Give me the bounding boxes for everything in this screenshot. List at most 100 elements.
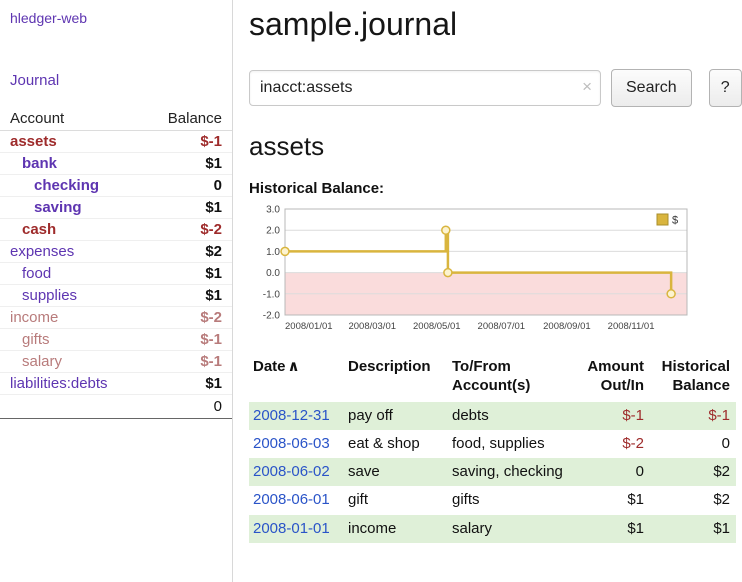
transaction-description: income xyxy=(344,515,448,543)
historical-balance-chart: 3.02.01.00.0-1.0-2.02008/01/012008/03/01… xyxy=(249,203,742,344)
transaction-amount: $-2 xyxy=(578,430,650,458)
transaction-description: eat & shop xyxy=(344,430,448,458)
svg-text:2008/09/01: 2008/09/01 xyxy=(543,321,591,332)
help-button[interactable]: ? xyxy=(709,69,742,107)
account-row-bank: bank $1 xyxy=(0,153,232,175)
transaction-description: gift xyxy=(344,486,448,514)
transaction-date-link[interactable]: 2008-12-31 xyxy=(253,407,330,424)
accounts-header-balance: Balance xyxy=(142,107,232,131)
register-row-1: 2008-12-31 pay off debts $-1 $-1 xyxy=(249,402,736,430)
account-row-gifts: gifts $-1 xyxy=(0,329,232,351)
account-row-assets: assets $-1 xyxy=(0,131,232,153)
amount-header: Amount Out/In xyxy=(578,354,650,402)
search-input[interactable] xyxy=(249,70,601,106)
account-row-saving: saving $1 xyxy=(0,197,232,219)
search-box: × xyxy=(249,70,601,106)
transaction-amount: 0 xyxy=(578,458,650,486)
account-balance-checking: 0 xyxy=(142,175,232,197)
transaction-accounts: debts xyxy=(448,402,578,430)
account-link-cash[interactable]: cash xyxy=(22,221,56,238)
register-table: Date∧ Description To/From Account(s) Amo… xyxy=(249,354,736,543)
svg-text:0.0: 0.0 xyxy=(266,268,280,279)
transaction-accounts: gifts xyxy=(448,486,578,514)
register-row-5: 2008-01-01 income salary $1 $1 xyxy=(249,515,736,543)
transaction-accounts: saving, checking xyxy=(448,458,578,486)
transaction-amount: $1 xyxy=(578,515,650,543)
transaction-balance: 0 xyxy=(650,430,736,458)
app-title-link[interactable]: hledger-web xyxy=(0,8,232,28)
register-row-2: 2008-06-03 eat & shop food, supplies $-2… xyxy=(249,430,736,458)
account-row-food: food $1 xyxy=(0,263,232,285)
svg-text:$: $ xyxy=(672,215,678,227)
balance-header: Historical Balance xyxy=(650,354,736,402)
account-heading: assets xyxy=(249,131,742,162)
svg-text:2008/11/01: 2008/11/01 xyxy=(608,321,655,332)
account-link-bank[interactable]: bank xyxy=(22,155,57,172)
account-link-checking[interactable]: checking xyxy=(34,177,99,194)
transaction-date-link[interactable]: 2008-06-01 xyxy=(253,491,330,508)
transaction-amount: $-1 xyxy=(578,402,650,430)
account-link-liabilities-debts[interactable]: liabilities:debts xyxy=(10,375,108,392)
transaction-date-link[interactable]: 2008-06-03 xyxy=(253,435,330,452)
account-balance-food: $1 xyxy=(142,263,232,285)
transaction-date-link[interactable]: 2008-06-02 xyxy=(253,463,330,480)
transaction-balance: $2 xyxy=(650,458,736,486)
search-button[interactable]: Search xyxy=(611,69,692,107)
account-link-income[interactable]: income xyxy=(10,309,58,326)
account-balance-salary: $-1 xyxy=(142,351,232,373)
account-balance-gifts: $-1 xyxy=(142,329,232,351)
chart-canvas: 3.02.01.00.0-1.0-2.02008/01/012008/03/01… xyxy=(249,203,695,339)
transaction-accounts: food, supplies xyxy=(448,430,578,458)
clear-search-icon[interactable]: × xyxy=(582,78,592,95)
svg-text:1.0: 1.0 xyxy=(266,247,280,258)
sort-by-date-header[interactable]: Date∧ xyxy=(249,354,344,402)
account-row-income: income $-2 xyxy=(0,307,232,329)
account-balance-saving: $1 xyxy=(142,197,232,219)
transaction-amount: $1 xyxy=(578,486,650,514)
main-content: sample.journal × Search ? assets Histori… xyxy=(233,0,742,582)
accounts-total-row: 0 xyxy=(0,395,232,419)
account-link-assets[interactable]: assets xyxy=(10,133,57,150)
transaction-balance: $-1 xyxy=(650,402,736,430)
account-balance-bank: $1 xyxy=(142,153,232,175)
description-header: Description xyxy=(344,354,448,402)
transaction-date-link[interactable]: 2008-01-01 xyxy=(253,520,330,537)
account-link-food[interactable]: food xyxy=(22,265,51,282)
svg-text:3.0: 3.0 xyxy=(266,205,280,216)
svg-text:2008/03/01: 2008/03/01 xyxy=(348,321,396,332)
accounts-header-account: Account xyxy=(0,107,142,131)
account-row-supplies: supplies $1 xyxy=(0,285,232,307)
account-row-expenses: expenses $2 xyxy=(0,241,232,263)
svg-text:2008/05/01: 2008/05/01 xyxy=(413,321,461,332)
search-bar: × Search ? xyxy=(249,69,742,107)
date-header-label: Date xyxy=(253,358,286,375)
chart-title: Historical Balance: xyxy=(249,180,742,197)
account-row-liabilities-debts: liabilities:debts $1 xyxy=(0,373,232,395)
transaction-description: pay off xyxy=(344,402,448,430)
svg-text:2008/07/01: 2008/07/01 xyxy=(478,321,526,332)
account-row-checking: checking 0 xyxy=(0,175,232,197)
account-link-expenses[interactable]: expenses xyxy=(10,243,74,260)
account-row-cash: cash $-2 xyxy=(0,219,232,241)
accounts-total-spacer xyxy=(0,395,142,419)
account-link-saving[interactable]: saving xyxy=(34,199,82,216)
account-balance-liabilities-debts: $1 xyxy=(142,373,232,395)
account-balance-cash: $-2 xyxy=(142,219,232,241)
transaction-balance: $1 xyxy=(650,515,736,543)
account-row-salary: salary $-1 xyxy=(0,351,232,373)
svg-text:-1.0: -1.0 xyxy=(263,289,281,300)
account-link-salary[interactable]: salary xyxy=(22,353,62,370)
register-row-3: 2008-06-02 save saving, checking 0 $2 xyxy=(249,458,736,486)
account-balance-supplies: $1 xyxy=(142,285,232,307)
accounts-total-value: 0 xyxy=(142,395,232,419)
account-link-gifts[interactable]: gifts xyxy=(22,331,50,348)
account-balance-assets: $-1 xyxy=(142,131,232,153)
account-balance-expenses: $2 xyxy=(142,241,232,263)
transaction-description: save xyxy=(344,458,448,486)
nav-journal-link[interactable]: Journal xyxy=(0,70,232,91)
svg-text:-2.0: -2.0 xyxy=(263,311,281,322)
svg-text:2.0: 2.0 xyxy=(266,226,280,237)
account-link-supplies[interactable]: supplies xyxy=(22,287,77,304)
tofrom-header: To/From Account(s) xyxy=(448,354,578,402)
page-title: sample.journal xyxy=(249,6,742,43)
